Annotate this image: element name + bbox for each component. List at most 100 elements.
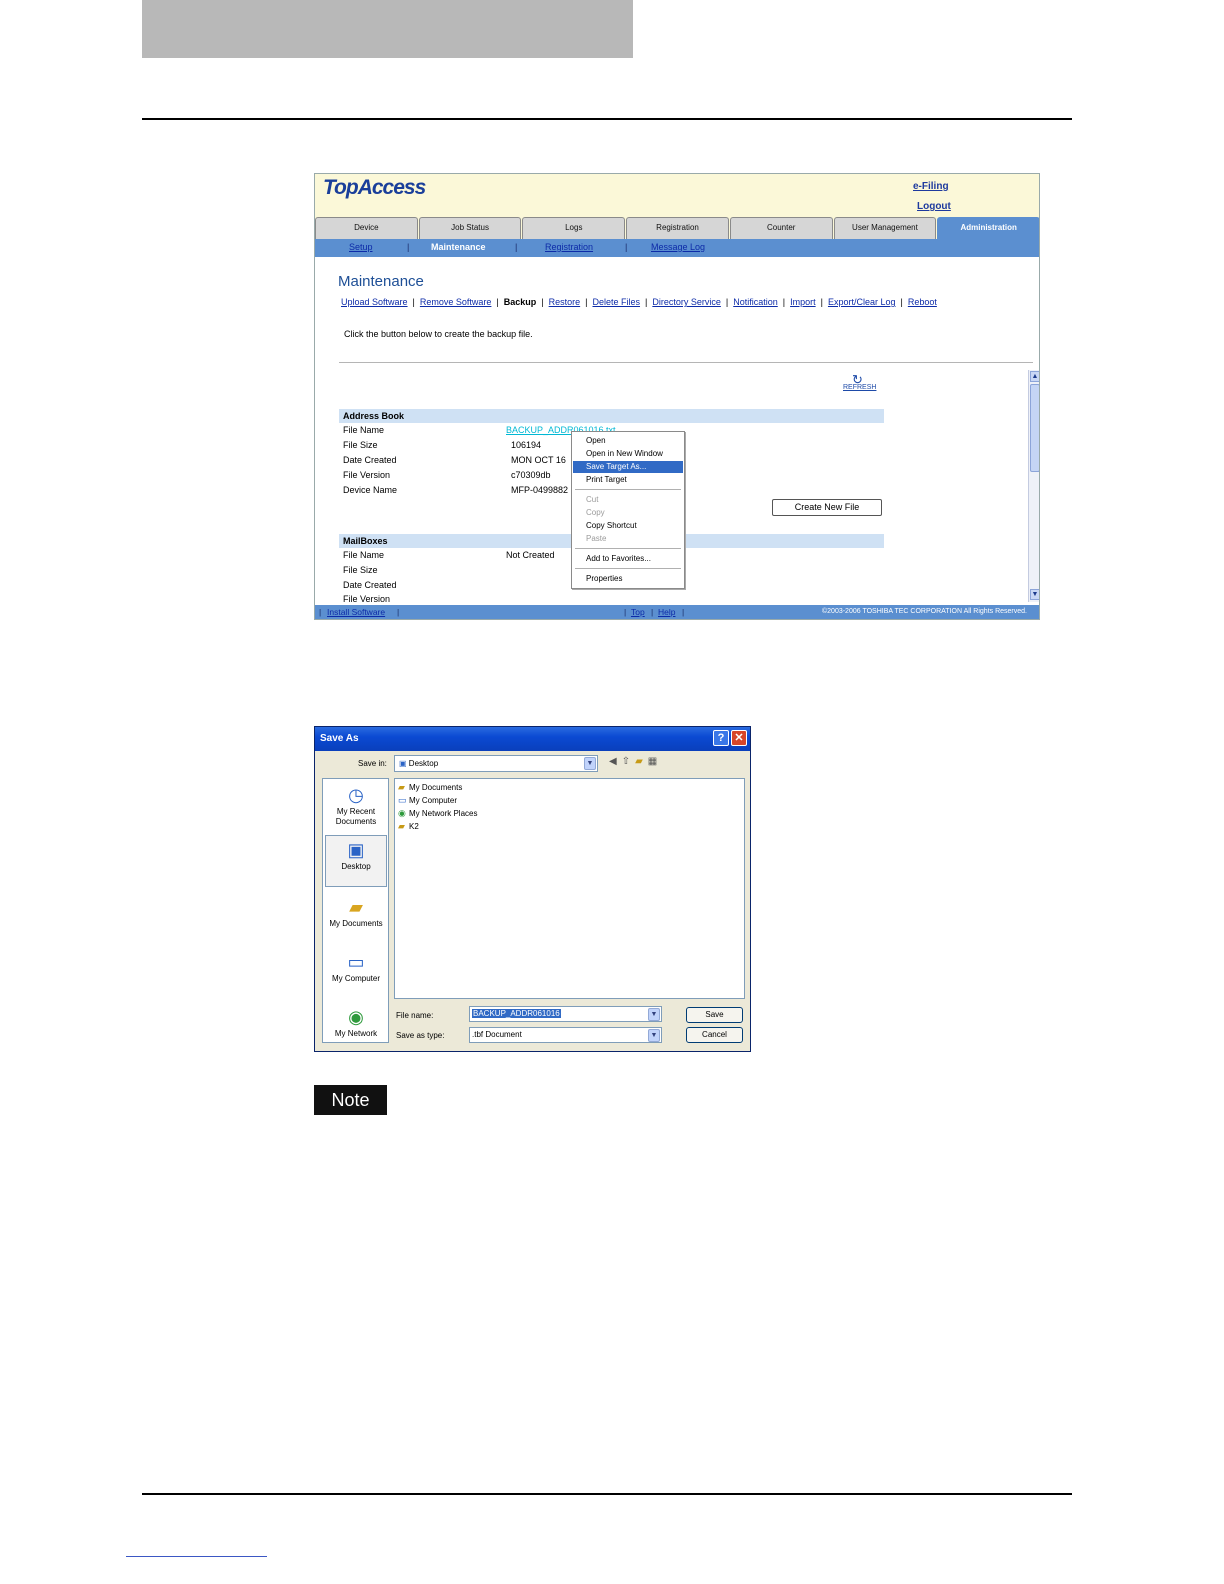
place-my-documents[interactable]: ▰ My Documents: [325, 897, 387, 929]
views-menu-icon[interactable]: ▦: [648, 756, 662, 767]
place-my-network[interactable]: ◉ My Network: [325, 1007, 387, 1039]
nav-restore[interactable]: Restore: [549, 297, 581, 307]
help-icon[interactable]: ?: [713, 730, 729, 746]
nav-notification[interactable]: Notification: [733, 297, 778, 307]
my-computer-icon: ▭: [347, 952, 365, 972]
place-my-computer[interactable]: ▭ My Computer: [325, 952, 387, 984]
back-icon[interactable]: ◀: [609, 756, 622, 767]
tab-user-management[interactable]: User Management: [833, 217, 937, 239]
nav-import[interactable]: Import: [790, 297, 816, 307]
nav-remove-software[interactable]: Remove Software: [420, 297, 492, 307]
close-icon[interactable]: ✕: [731, 730, 747, 746]
chevron-down-icon[interactable]: ▼: [648, 1008, 660, 1021]
page-footer-underline: [126, 1556, 267, 1557]
scroll-down-icon[interactable]: ▼: [1030, 589, 1039, 600]
tab-device[interactable]: Device: [315, 217, 418, 239]
folder-icon: ▰: [398, 782, 405, 792]
ctx-separator: [575, 548, 681, 549]
topaccess-logo: TopAccess: [323, 176, 426, 199]
desktop-icon: ▣: [347, 840, 365, 860]
save-as-type-select[interactable]: .tbf Document ▼: [469, 1027, 662, 1043]
file-label: My Computer: [409, 796, 458, 805]
subnav-message-log[interactable]: Message Log: [651, 242, 705, 252]
list-item[interactable]: ▰ My Documents: [398, 781, 462, 793]
nav-reboot[interactable]: Reboot: [908, 297, 937, 307]
ab-file-version: c70309db: [511, 470, 551, 480]
subnav-registration[interactable]: Registration: [545, 242, 593, 252]
up-folder-icon[interactable]: ⇧: [622, 756, 635, 767]
tab-counter[interactable]: Counter: [729, 217, 833, 239]
page-header-band: [142, 0, 633, 58]
place-label: My Network: [334, 1029, 378, 1038]
footer-install-software[interactable]: Install Software: [327, 607, 385, 617]
nav-export-clear-log[interactable]: Export/Clear Log: [828, 297, 896, 307]
ab-file-size: 106194: [511, 440, 542, 450]
ab-device-name: MFP-0499882: [511, 485, 569, 495]
ctx-paste: Paste: [586, 534, 607, 543]
page-bottom-rule: [142, 1493, 1072, 1495]
save-as-type-value: .tbf Document: [472, 1030, 522, 1039]
footer-help-link[interactable]: Help: [658, 607, 675, 617]
ctx-open[interactable]: Open: [573, 435, 683, 447]
topaccess-header: TopAccess e-Filing Logout: [315, 174, 1039, 218]
content-scrollbar[interactable]: ▲ ▼: [1028, 370, 1039, 602]
footer-separator: |: [624, 607, 627, 617]
page-top-rule: [142, 118, 1072, 120]
footer-top-link[interactable]: Top: [631, 607, 645, 617]
scroll-thumb[interactable]: [1030, 384, 1039, 472]
save-as-type-label: Save as type:: [396, 1031, 445, 1040]
save-in-select[interactable]: ▣ Desktop ▼: [394, 755, 598, 772]
chevron-down-icon[interactable]: ▼: [584, 757, 596, 770]
save-button[interactable]: Save: [686, 1007, 743, 1023]
new-folder-icon[interactable]: ▰: [635, 756, 648, 767]
dialog-title: Save As: [315, 727, 750, 751]
create-new-file-button[interactable]: Create New File: [772, 499, 882, 516]
scroll-up-icon[interactable]: ▲: [1030, 371, 1039, 382]
place-label: Desktop: [341, 862, 371, 871]
ctx-open-new-window[interactable]: Open in New Window: [573, 448, 683, 460]
mb-label-file-name: File Name: [343, 550, 385, 560]
place-desktop[interactable]: ▣ Desktop: [325, 835, 387, 887]
footer-separator: |: [319, 607, 322, 617]
subnav-setup[interactable]: Setup: [349, 242, 373, 252]
ab-label-file-version: File Version: [343, 470, 391, 480]
efiling-link[interactable]: e-Filing: [913, 181, 949, 192]
mb-file-name: Not Created: [506, 550, 555, 560]
divider: [339, 362, 1033, 363]
tab-administration[interactable]: Administration: [937, 217, 1039, 239]
ctx-copy-shortcut[interactable]: Copy Shortcut: [573, 520, 683, 532]
ctx-properties[interactable]: Properties: [573, 573, 683, 585]
list-item[interactable]: ◉ My Network Places: [398, 807, 477, 819]
main-tabs: Device Job Status Logs Registration Coun…: [315, 217, 1039, 239]
place-my-recent-documents[interactable]: ◷ My Recent Documents: [325, 785, 387, 827]
ab-label-date-created: Date Created: [343, 455, 397, 465]
nav-directory-service[interactable]: Directory Service: [652, 297, 721, 307]
address-book-heading: Address Book: [339, 409, 884, 423]
place-label: My Documents: [329, 919, 383, 928]
subnav-maintenance[interactable]: Maintenance: [431, 242, 486, 252]
tab-logs[interactable]: Logs: [522, 217, 626, 239]
ctx-save-target-as[interactable]: Save Target As...: [573, 461, 683, 473]
list-item[interactable]: ▭ My Computer: [398, 794, 457, 806]
refresh-link[interactable]: REFRESH: [843, 384, 876, 391]
ab-label-device-name: Device Name: [343, 485, 398, 495]
cancel-button[interactable]: Cancel: [686, 1027, 743, 1043]
list-item[interactable]: ▰ K2: [398, 820, 419, 832]
recent-documents-icon: ◷: [348, 785, 364, 805]
ctx-separator: [575, 568, 681, 569]
ctx-add-to-favorites[interactable]: Add to Favorites...: [573, 553, 683, 565]
context-menu: Open Open in New Window Save Target As..…: [571, 431, 685, 589]
nav-upload-software[interactable]: Upload Software: [341, 297, 408, 307]
nav-backup[interactable]: Backup: [504, 297, 537, 307]
logout-link[interactable]: Logout: [917, 201, 951, 212]
chevron-down-icon[interactable]: ▼: [648, 1029, 660, 1042]
ctx-print-target[interactable]: Print Target: [573, 474, 683, 486]
nav-delete-files[interactable]: Delete Files: [592, 297, 640, 307]
topaccess-footer: | Install Software | | Top | Help | ©200…: [315, 605, 1039, 619]
tab-registration[interactable]: Registration: [626, 217, 729, 239]
file-label: K2: [409, 822, 419, 831]
footer-separator: |: [682, 607, 685, 617]
file-name-input[interactable]: BACKUP_ADDR061016 ▼: [469, 1006, 662, 1022]
tab-job-status[interactable]: Job Status: [418, 217, 522, 239]
topaccess-screenshot: TopAccess e-Filing Logout Device Job Sta…: [314, 173, 1040, 620]
